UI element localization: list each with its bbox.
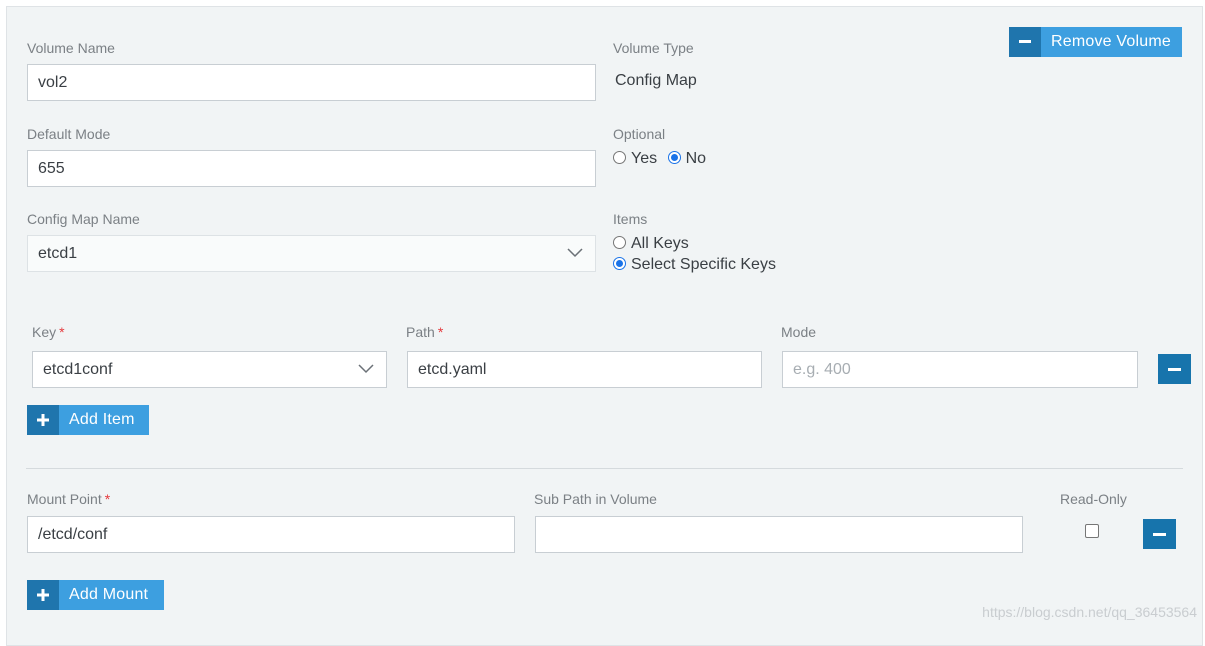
- item-key-select[interactable]: etcd1conf: [32, 351, 387, 388]
- items-all-keys-radio[interactable]: [613, 236, 626, 249]
- section-divider: [26, 468, 1183, 469]
- volume-type-value: Config Map: [615, 72, 697, 89]
- mount-point-input[interactable]: [27, 516, 515, 553]
- chevron-down-icon: [567, 248, 583, 258]
- add-item-label: Add Item: [69, 411, 135, 428]
- remove-volume-button[interactable]: Remove Volume: [1009, 27, 1182, 57]
- read-only-label: Read-Only: [1060, 491, 1127, 507]
- mount-point-label: Mount Point *: [27, 491, 111, 507]
- required-marker: *: [59, 324, 65, 340]
- items-label: Items: [613, 211, 648, 227]
- default-mode-input[interactable]: [27, 150, 596, 187]
- volume-type-label: Volume Type: [613, 40, 694, 56]
- optional-yes-label: Yes: [631, 150, 658, 167]
- minus-icon: [1009, 27, 1041, 57]
- path-label: Path *: [406, 324, 444, 340]
- chevron-down-icon: [358, 364, 374, 374]
- required-marker: *: [104, 491, 111, 507]
- config-map-select-value: etcd1: [38, 245, 78, 262]
- item-mode-input[interactable]: [782, 351, 1138, 388]
- optional-radio-group: Yes No: [613, 150, 706, 168]
- remove-mount-button[interactable]: [1143, 519, 1176, 549]
- add-mount-label: Add Mount: [69, 586, 149, 603]
- minus-icon: [1168, 367, 1181, 371]
- watermark-text: https://blog.csdn.net/qq_36453564: [982, 604, 1197, 620]
- items-specific-keys-radio[interactable]: [613, 257, 626, 270]
- optional-no-radio[interactable]: [667, 151, 681, 164]
- config-map-select[interactable]: etcd1: [27, 235, 596, 272]
- mode-label: Mode: [781, 324, 817, 340]
- remove-volume-label: Remove Volume: [1051, 33, 1171, 50]
- add-item-button[interactable]: Add Item: [27, 405, 149, 435]
- items-specific-keys-option: Select Specific Keys: [613, 256, 776, 274]
- optional-yes-radio[interactable]: [613, 151, 626, 164]
- plus-icon: [27, 405, 59, 435]
- items-all-keys-option: All Keys: [613, 235, 689, 253]
- key-label: Key *: [32, 324, 65, 340]
- item-key-value: etcd1conf: [43, 361, 113, 378]
- optional-no-label: No: [685, 150, 707, 167]
- required-marker: *: [437, 324, 444, 340]
- items-all-keys-label: All Keys: [631, 235, 689, 252]
- remove-item-button[interactable]: [1158, 354, 1191, 384]
- item-path-input[interactable]: [407, 351, 762, 388]
- plus-icon: [27, 580, 59, 610]
- optional-label: Optional: [613, 126, 666, 142]
- config-map-name-label: Config Map Name: [27, 211, 140, 227]
- default-mode-label: Default Mode: [27, 126, 111, 142]
- items-specific-keys-label: Select Specific Keys: [631, 256, 776, 273]
- add-mount-button[interactable]: Add Mount: [27, 580, 164, 610]
- sub-path-label: Sub Path in Volume: [534, 491, 657, 507]
- volume-name-label: Volume Name: [27, 40, 115, 56]
- read-only-checkbox[interactable]: [1085, 524, 1099, 538]
- minus-icon: [1153, 532, 1166, 536]
- volume-name-input[interactable]: [27, 64, 596, 101]
- sub-path-input[interactable]: [535, 516, 1023, 553]
